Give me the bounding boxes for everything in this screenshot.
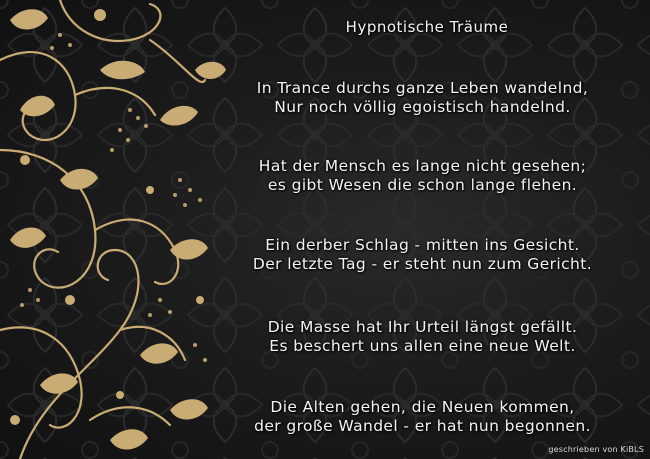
poem: Hypnotische Träume In Trance durchs ganz… <box>195 0 650 459</box>
poem-line: Nur noch völlig egoistisch handelnd. <box>274 98 571 116</box>
poem-line: Der letzte Tag - er steht nun zum Gerich… <box>252 255 593 273</box>
poem-line: Die Alten gehen, die Neuen kommen, <box>270 398 575 416</box>
poem-card: Hypnotische Träume In Trance durchs ganz… <box>0 0 650 459</box>
stanza-1: In Trance durchs ganze Leben wandelnd, N… <box>195 79 650 117</box>
poem-line: Es beschert uns allen eine neue Welt. <box>269 337 576 355</box>
poem-line: Hat der Mensch es lange nicht gesehen; <box>258 157 587 175</box>
stanza-5: Die Alten gehen, die Neuen kommen, der g… <box>195 398 650 436</box>
poem-line: der große Wandel - er hat nun begonnen. <box>254 417 591 435</box>
stanza-3: Ein derber Schlag - mitten ins Gesicht. … <box>195 236 650 274</box>
poem-line: In Trance durchs ganze Leben wandelnd, <box>256 79 589 97</box>
poem-title: Hypnotische Träume <box>345 18 509 36</box>
poem-line: Die Masse hat Ihr Urteil längst gefällt. <box>267 318 578 336</box>
poem-line: es gibt Wesen die schon lange flehen. <box>267 176 578 194</box>
stanza-2: Hat der Mensch es lange nicht gesehen; e… <box>195 157 650 195</box>
author-credit: geschrieben von KiBLS <box>548 445 644 454</box>
poem-line: Ein derber Schlag - mitten ins Gesicht. <box>265 236 580 254</box>
stanza-4: Die Masse hat Ihr Urteil längst gefällt.… <box>195 318 650 356</box>
